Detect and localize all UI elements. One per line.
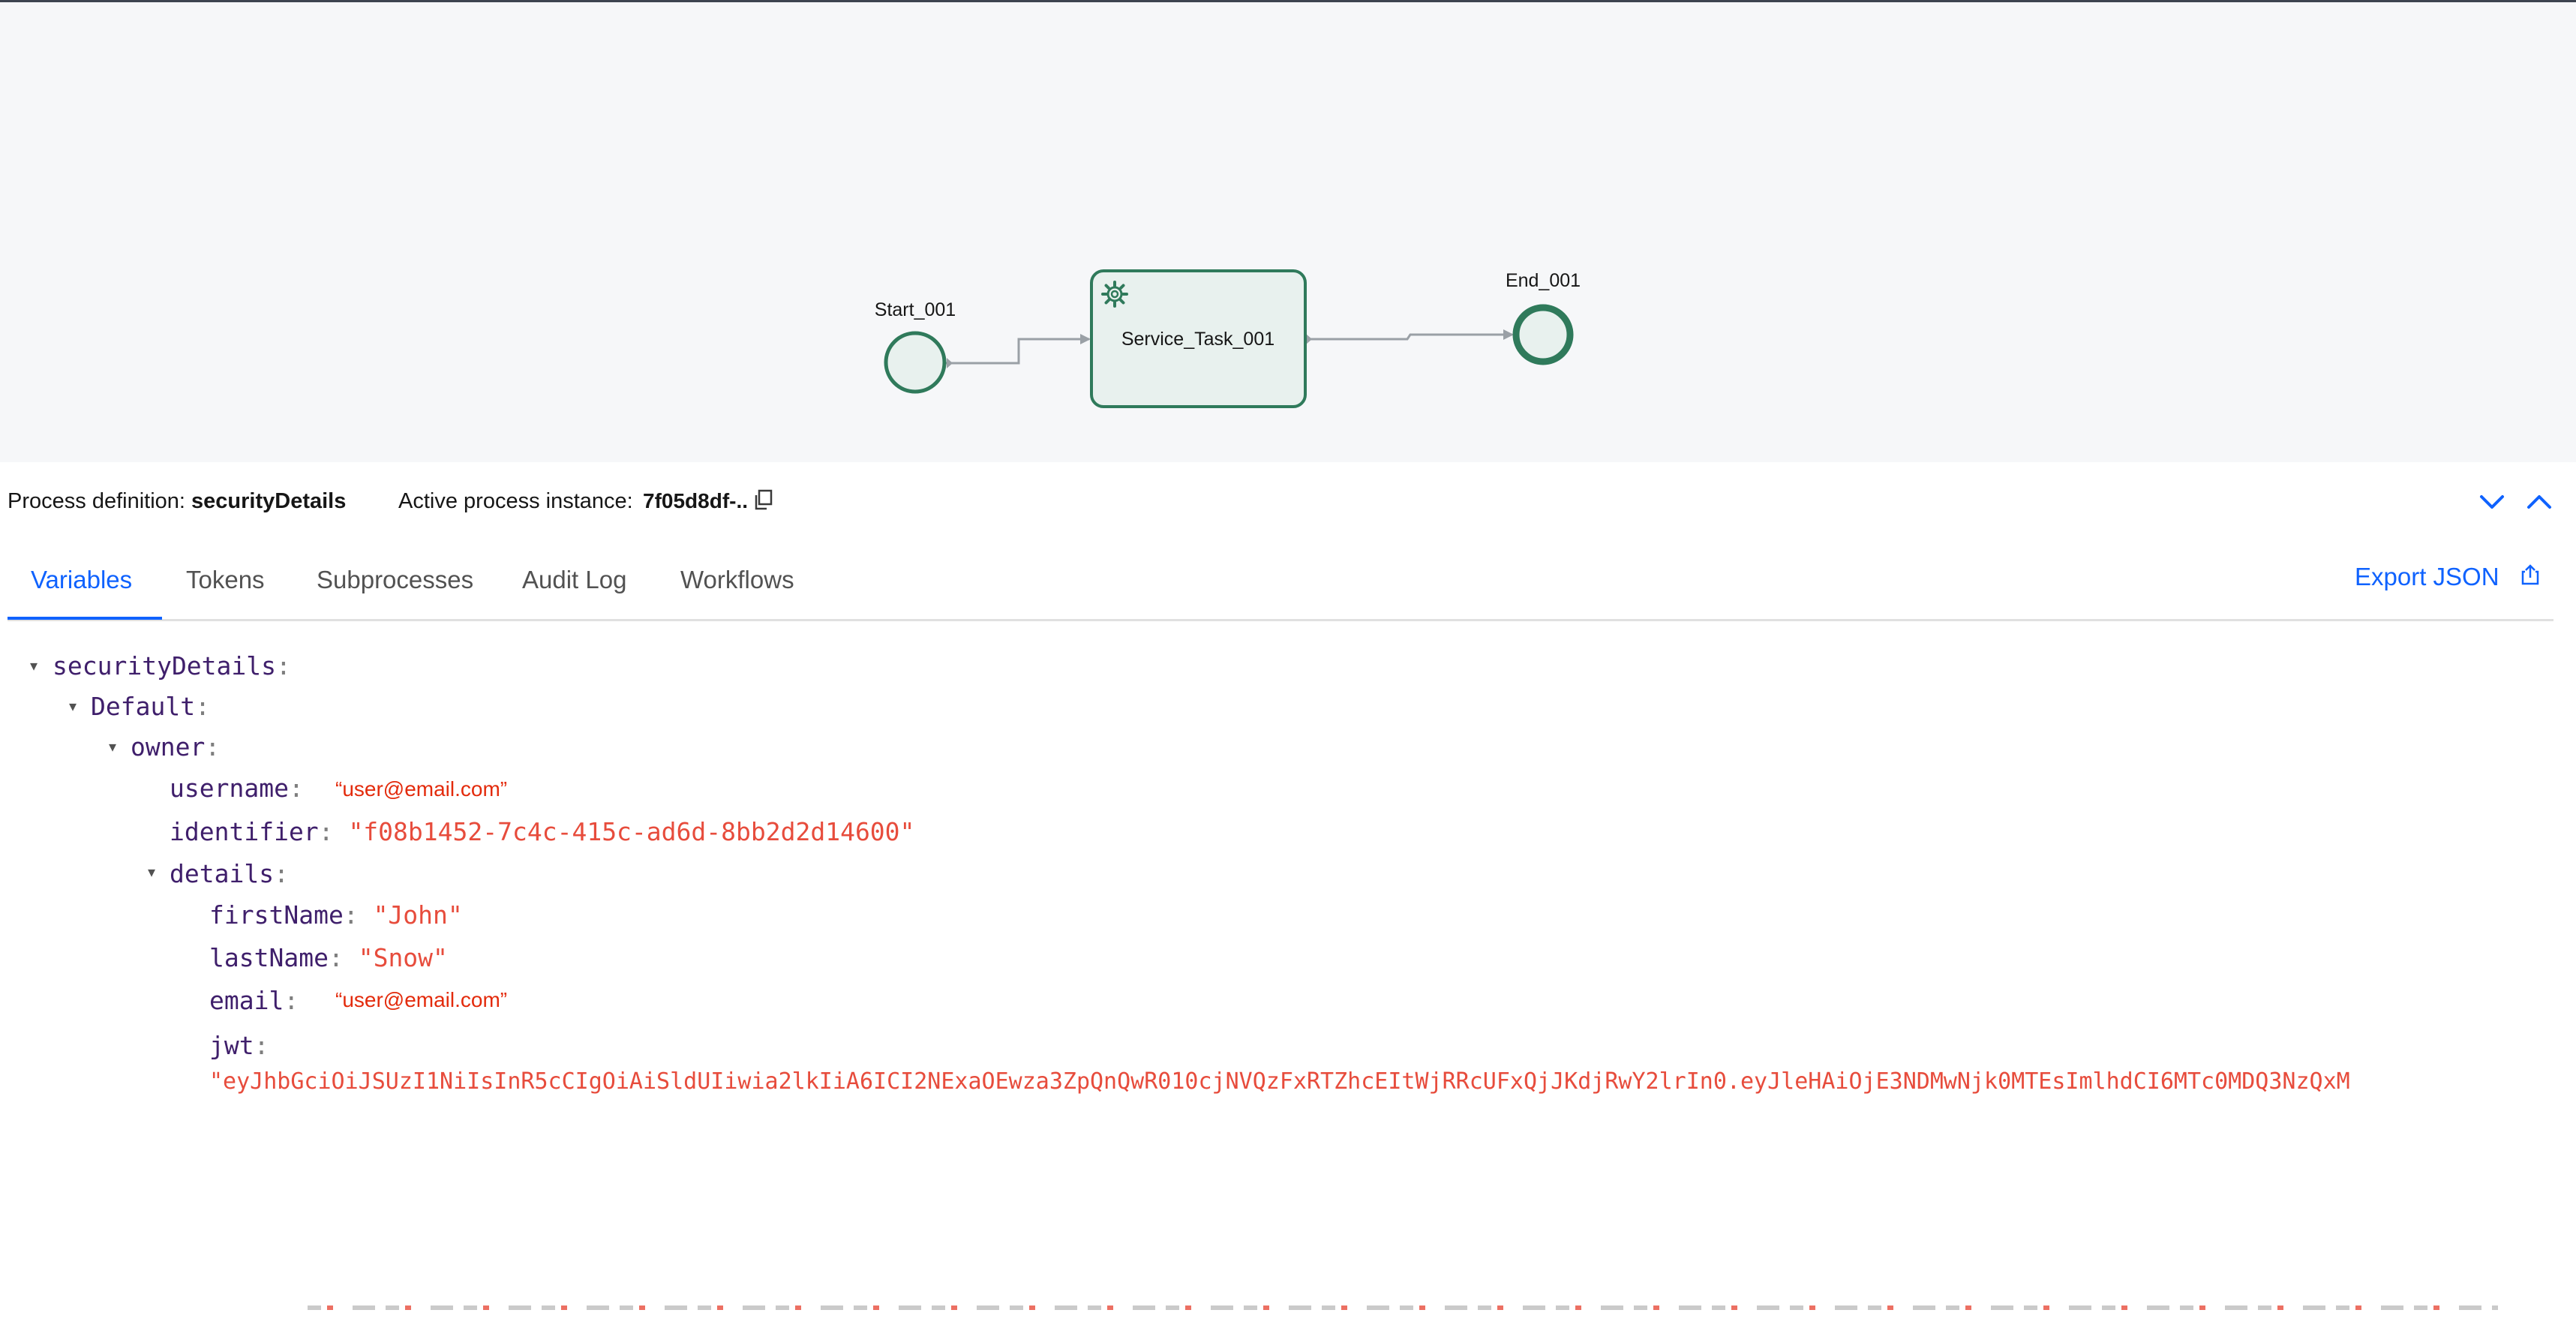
process-definition-name: securityDetails	[191, 489, 347, 513]
tree-key: lastName	[209, 943, 329, 972]
collapse-toggle-securitydetails[interactable]: ▾	[30, 656, 38, 675]
tree-node-default[interactable]: Default:	[91, 692, 210, 721]
tree-value-identifier: "f08b1452-7c4c-415c-ad6d-8bb2d2d14600"	[348, 817, 915, 846]
tab-variables[interactable]: Variables	[31, 566, 132, 594]
tree-colon: :	[343, 900, 359, 930]
tree-key: securityDetails	[53, 651, 277, 681]
collapse-toggle-default[interactable]: ▾	[69, 697, 77, 716]
tree-colon: :	[276, 651, 291, 681]
tree-colon: :	[254, 1031, 269, 1060]
chevron-down-icon[interactable]	[2477, 489, 2507, 513]
end-event-label: End_001	[1506, 270, 1581, 291]
tree-leaf-identifier: identifier: "f08b1452-7c4c-415c-ad6d-8bb…	[170, 817, 914, 846]
tree-leaf-username: username:	[170, 774, 304, 803]
variables-json-tree	[0, 645, 2576, 1319]
tree-colon: :	[328, 943, 344, 972]
clipped-text-fragment	[308, 1305, 2498, 1310]
tree-key: owner	[131, 732, 206, 762]
tree-value-username: “user@email.com”	[335, 777, 508, 801]
tree-key: Default	[91, 692, 196, 721]
end-event[interactable]	[1512, 304, 1574, 365]
tree-colon: :	[205, 732, 221, 762]
tab-audit-log[interactable]: Audit Log	[522, 566, 626, 594]
tree-value-email: “user@email.com”	[335, 988, 508, 1011]
tree-node-securitydetails[interactable]: securityDetails:	[53, 651, 291, 681]
collapse-toggle-details[interactable]: ▾	[148, 863, 155, 882]
tree-colon: :	[195, 692, 210, 721]
tab-subprocesses[interactable]: Subprocesses	[317, 566, 473, 594]
tree-key: firstName	[209, 900, 344, 930]
instance-bar	[0, 462, 2576, 545]
sequence-flow-task-to-end[interactable]	[1305, 329, 1514, 344]
export-json-button[interactable]: Export JSON	[2355, 563, 2499, 591]
collapse-toggle-owner[interactable]: ▾	[109, 738, 116, 756]
chevron-up-icon[interactable]	[2524, 489, 2554, 513]
start-event-label: Start_001	[875, 299, 956, 320]
tab-tokens[interactable]: Tokens	[186, 566, 265, 594]
tree-leaf-jwt: jwt:	[209, 1031, 269, 1060]
tree-key: email	[209, 986, 284, 1015]
tree-leaf-firstname: firstName: "John"	[209, 900, 463, 930]
process-diagram-canvas[interactable]: Start_001 Service_Task_001 End_001	[0, 0, 2576, 462]
active-instance-prefix: Active process instance:	[398, 489, 633, 513]
tree-node-details[interactable]: details:	[170, 859, 289, 888]
service-task-label: Service_Task_001	[1121, 329, 1274, 350]
tree-node-owner[interactable]: owner:	[131, 732, 220, 762]
process-definition: Process definition: securityDetails	[8, 489, 346, 514]
tree-key: details	[170, 859, 275, 888]
tree-colon: :	[274, 859, 289, 888]
process-definition-prefix: Process definition:	[8, 489, 185, 513]
copy-icon[interactable]	[752, 488, 773, 511]
tree-key: jwt	[209, 1031, 254, 1060]
active-tab-indicator	[8, 617, 162, 620]
tree-colon: :	[318, 817, 334, 846]
share-icon[interactable]	[2519, 563, 2541, 587]
tree-value-firstname: "John"	[373, 900, 463, 930]
start-event[interactable]	[884, 331, 947, 394]
tree-key: identifier	[170, 817, 319, 846]
tab-bar: Variables Tokens Subprocesses Audit Log …	[8, 555, 2553, 621]
tree-key: username	[170, 774, 289, 803]
tree-colon: :	[284, 986, 299, 1015]
tree-value-lastname: "Snow"	[358, 943, 448, 972]
active-instance-id: 7f05d8df-..	[643, 489, 749, 512]
sequence-flow-start-to-task[interactable]	[945, 334, 1091, 368]
tab-workflows[interactable]: Workflows	[680, 566, 794, 594]
process-diagram: Start_001 Service_Task_001 End_001	[875, 269, 1581, 408]
tree-value-jwt: "eyJhbGciOiJSUzI1NiIsInR5cCIgOiAiSldUIiw…	[209, 1068, 2350, 1095]
tree-leaf-email: email:	[209, 986, 299, 1015]
tree-colon: :	[288, 774, 304, 803]
tree-leaf-lastname: lastName: "Snow"	[209, 943, 448, 972]
